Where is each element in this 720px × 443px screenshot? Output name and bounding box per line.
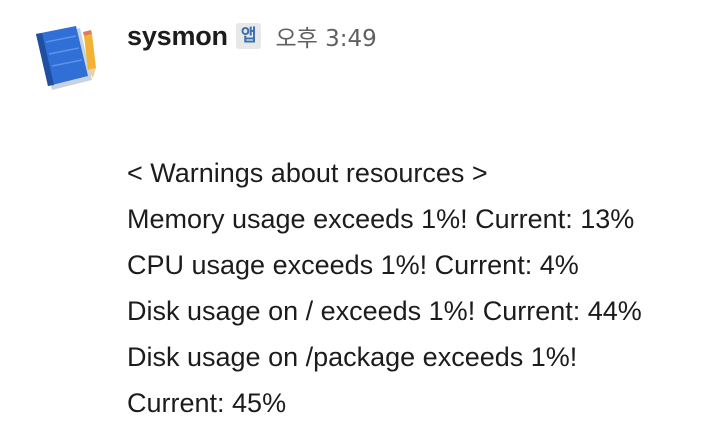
message-body: < Warnings about resources > Memory usag… <box>127 150 707 426</box>
chat-message: sysmon 앱 오후 3:49 < Warnings about resour… <box>0 0 720 443</box>
notebook-icon <box>36 26 96 90</box>
timestamp[interactable]: 오후 3:49 <box>275 19 376 53</box>
message-line-disk-package: Disk usage on /package exceeds 1%! <box>127 342 578 372</box>
message-line-heading: < Warnings about resources > <box>127 158 488 188</box>
sender-name[interactable]: sysmon <box>127 21 228 52</box>
message-line-disk-package-current: Current: 45% <box>127 388 287 418</box>
message-line-cpu: CPU usage exceeds 1%! Current: 4% <box>127 250 579 280</box>
message-line-disk-root: Disk usage on / exceeds 1%! Current: 44% <box>127 296 642 326</box>
app-badge: 앱 <box>235 23 262 49</box>
avatar[interactable] <box>30 22 102 94</box>
message-line-memory: Memory usage exceeds 1%! Current: 13% <box>127 204 635 234</box>
message-header: sysmon 앱 오후 3:49 <box>127 18 377 54</box>
